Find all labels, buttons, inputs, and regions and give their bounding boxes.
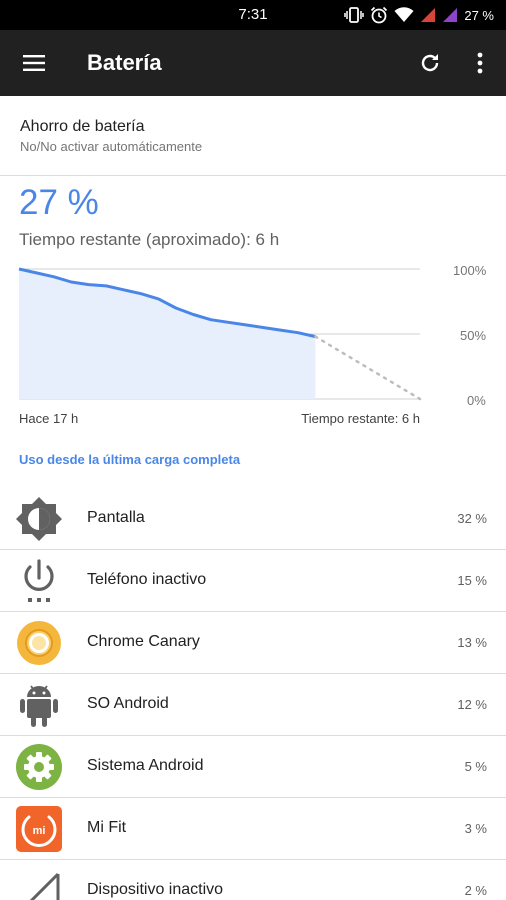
- usage-percent: 12 %: [457, 697, 487, 712]
- svg-text:mi: mi: [33, 825, 46, 837]
- page-title: Batería: [87, 50, 162, 75]
- vibrate-icon: [344, 6, 365, 24]
- x-axis-start-label: Hace 17 h: [19, 411, 79, 426]
- battery-history-chart: 100% 50% 0%: [18, 263, 487, 408]
- battery-percent: 27 %: [19, 183, 99, 222]
- brightness-icon: [14, 494, 64, 544]
- usage-percent: 13 %: [457, 635, 487, 650]
- divider: [0, 175, 506, 176]
- usage-section-header[interactable]: Uso desde la última carga completa: [19, 452, 240, 467]
- y-tick-label: 0%: [467, 393, 486, 408]
- usage-row-so-android[interactable]: SO Android 12 %: [0, 674, 506, 736]
- app-bar: Batería: [0, 30, 506, 96]
- battery-saver-subtitle: No/No activar automáticamente: [20, 139, 203, 154]
- more-vert-icon: [477, 52, 483, 74]
- battery-area-fill: [19, 269, 316, 399]
- alarm-icon: [370, 6, 388, 24]
- wifi-icon: [394, 7, 414, 23]
- usage-name: Teléfono inactivo: [87, 571, 207, 588]
- signal-idle-icon: [14, 866, 64, 900]
- menu-icon: [23, 55, 45, 71]
- more-options-button[interactable]: [460, 41, 500, 85]
- usage-percent: 5 %: [464, 759, 487, 774]
- usage-row-mi-fit[interactable]: mi Mi Fit 3 %: [0, 798, 506, 860]
- usage-name: Chrome Canary: [87, 633, 200, 650]
- y-tick-label: 50%: [460, 328, 486, 343]
- usage-name: Sistema Android: [87, 757, 204, 774]
- x-axis-end-label: Tiempo restante: 6 h: [301, 411, 420, 426]
- usage-percent: 2 %: [464, 883, 487, 898]
- menu-button[interactable]: [12, 41, 56, 85]
- usage-row-pantalla[interactable]: Pantalla 32 %: [0, 488, 506, 550]
- usage-name: SO Android: [87, 695, 169, 712]
- usage-row-chrome-canary[interactable]: Chrome Canary 13 %: [0, 612, 506, 674]
- battery-projection-line: [314, 335, 422, 401]
- status-bar: 7:31 27 %: [0, 0, 506, 30]
- signal-sim2-icon: [442, 7, 458, 23]
- usage-name: Mi Fit: [87, 819, 127, 836]
- y-tick-label: 100%: [453, 263, 487, 278]
- battery-saver-item[interactable]: Ahorro de batería No/No activar automáti…: [0, 96, 506, 176]
- status-icons: 27 %: [344, 5, 494, 25]
- battery-text: 27 %: [464, 7, 494, 23]
- usage-row-sistema-android[interactable]: Sistema Android 5 %: [0, 736, 506, 798]
- refresh-icon: [421, 54, 439, 72]
- usage-row-telefono-inactivo[interactable]: Teléfono inactivo 15 %: [0, 550, 506, 612]
- android-system-gear-icon: [14, 742, 64, 792]
- battery-saver-title: Ahorro de batería: [20, 118, 145, 135]
- usage-percent: 15 %: [457, 573, 487, 588]
- usage-list: Pantalla 32 % Teléfono inactivo 15 % Chr…: [0, 488, 506, 900]
- signal-sim1-icon: [420, 7, 436, 23]
- android-robot-icon: [14, 680, 64, 730]
- usage-percent: 3 %: [464, 821, 487, 836]
- mi-fit-icon: mi: [14, 804, 64, 854]
- time-remaining: Tiempo restante (aproximado): 6 h: [19, 230, 280, 249]
- power-idle-icon: [14, 556, 64, 606]
- usage-row-dispositivo-inactivo[interactable]: Dispositivo inactivo 2 %: [0, 860, 506, 900]
- usage-percent: 32 %: [457, 511, 487, 526]
- usage-name: Pantalla: [87, 509, 145, 526]
- usage-name: Dispositivo inactivo: [87, 881, 224, 898]
- refresh-button[interactable]: [408, 41, 452, 85]
- chrome-canary-icon: [14, 618, 64, 668]
